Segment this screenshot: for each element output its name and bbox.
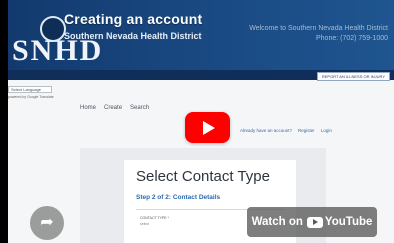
youtube-logo: YouTube bbox=[306, 216, 373, 228]
site-header: SNHD Creating an account Southern Nevada… bbox=[8, 0, 394, 80]
page-title: Select Contact Type bbox=[136, 168, 270, 185]
welcome-text: Welcome to Southern Nevada Health Distri… bbox=[249, 25, 388, 32]
account-link-login[interactable]: Login bbox=[321, 128, 332, 133]
youtube-icon bbox=[306, 216, 323, 228]
share-icon: ➦ bbox=[40, 214, 54, 231]
video-channel[interactable]: Southern Nevada Health District bbox=[64, 31, 202, 41]
play-button[interactable] bbox=[185, 112, 230, 143]
watch-on-label: Watch on bbox=[251, 216, 303, 228]
step-subtitle: Step 2 of 2: Contact Details bbox=[136, 194, 221, 201]
youtube-wordmark: YouTube bbox=[324, 216, 373, 228]
translate-powered-by: powered by Google Translate bbox=[8, 95, 54, 99]
play-icon bbox=[203, 120, 215, 135]
contact-type-label: CONTACT TYPE * bbox=[140, 216, 169, 220]
share-button[interactable]: ➦ bbox=[30, 206, 64, 240]
phone-text: Phone: (702) 759-1000 bbox=[316, 35, 388, 42]
account-link-register[interactable]: Register bbox=[298, 128, 315, 133]
report-illness-button[interactable]: REPORT AN ILLNESS OR INJURY bbox=[316, 72, 390, 81]
watch-on-youtube-button[interactable]: Watch on YouTube bbox=[247, 207, 377, 237]
account-links: Already have an account? Register Login bbox=[240, 128, 332, 133]
video-title[interactable]: Creating an account bbox=[64, 11, 202, 27]
language-select[interactable]: Select Language bbox=[8, 86, 52, 93]
nav-item-search[interactable]: Search bbox=[130, 105, 149, 111]
breadcrumb: Home Create Search bbox=[80, 105, 149, 111]
contact-type-select[interactable]: select bbox=[140, 222, 149, 226]
account-link-existing[interactable]: Already have an account? bbox=[240, 128, 292, 133]
nav-item-home[interactable]: Home bbox=[80, 105, 96, 111]
nav-item-create[interactable]: Create bbox=[104, 105, 122, 111]
